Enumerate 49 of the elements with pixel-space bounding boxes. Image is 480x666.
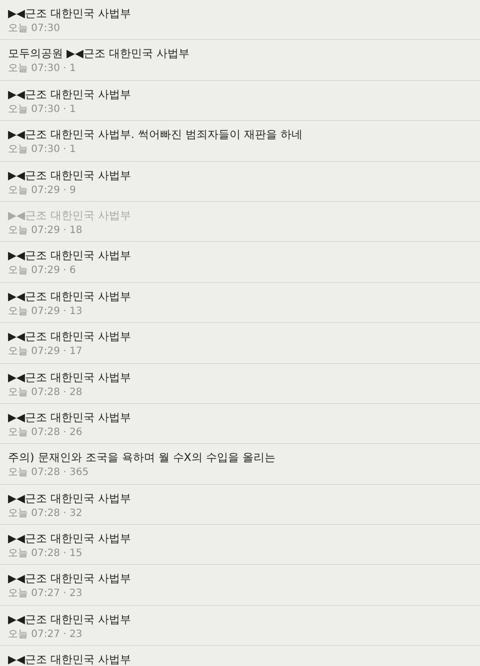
post-item[interactable]: ▶◀근조 대한민국 사법부 오늘 07:29 · 9 [0, 162, 480, 202]
post-meta: 오늘 07:29 · 13 [8, 304, 84, 319]
post-item[interactable]: ▶◀근조 대한민국 사법부 오늘 07:28 · 26 [0, 404, 480, 444]
post-item[interactable]: ▶◀근조 대한민국 사법부 오늘 07:28 · 15 [0, 525, 480, 566]
post-item[interactable]: ▶◀근조 대한민국 사법부 [0, 646, 480, 666]
post-title: ▶◀근조 대한민국 사법부 [8, 652, 132, 666]
post-title: ▶◀근조 대한민국 사법부 [8, 208, 132, 224]
post-title: ▶◀근조 대한민국 사법부 [8, 531, 132, 548]
post-meta: 오늘 07:28 · 15 [8, 547, 84, 562]
post-title: ▶◀근조 대한민국 사법부 [8, 288, 132, 305]
post-title: ▶◀근조 대한민국 사법부 [8, 410, 132, 426]
post-title: ▶◀근조 대한민국 사법부 [8, 571, 132, 588]
post-meta: 오늘 07:28 · 365 [8, 466, 90, 480]
post-item[interactable]: ▶◀근조 대한민국 사법부 오늘 07:27 · 23 [0, 565, 480, 606]
post-title: ▶◀근조 대한민국 사법부 [8, 329, 132, 346]
post-meta: 오늘 07:30 · 1 [8, 143, 77, 158]
post-item[interactable]: ▶◀근조 대한민국 사법부 오늘 07:29 · 13 [0, 282, 480, 324]
post-meta: 오늘 07:30 · 1 [8, 102, 77, 117]
post-item[interactable]: ▶◀근조 대한민국 사법부 오늘 07:28 · 28 [0, 364, 480, 404]
post-meta: 오늘 07:27 · 23 [8, 587, 84, 602]
post-meta: 오늘 07:30 · 1 [8, 62, 77, 76]
post-title: 주의) 문재인와 조국을 욕하며 월 수X의 수입을 올리는 [8, 450, 276, 466]
post-item[interactable]: 주의) 문재인와 조국을 욕하며 월 수X의 수입을 올리는 오늘 07:28 · 365 [0, 444, 480, 485]
post-title: ▶◀근조 대한민국 사법부. 썩어빠진 범죄자들이 재판을 하네 [8, 127, 304, 144]
post-item[interactable]: 모두의공원 ▶◀근조 대한민국 사법부 오늘 07:30 · 1 [0, 40, 480, 81]
post-title: ▶◀근조 대한민국 사법부 [8, 490, 132, 507]
post-meta: 오늘 07:29 · 17 [8, 345, 84, 360]
post-item[interactable]: ▶◀근조 대한민국 사법부 오늘 07:30 · 1 [0, 80, 480, 122]
post-meta: 오늘 07:29 · 18 [8, 224, 84, 238]
post-meta: 오늘 07:29 · 9 [8, 184, 77, 198]
post-meta: 오늘 07:30 [8, 22, 61, 36]
post-title: 모두의공원 ▶◀근조 대한민국 사법부 [8, 46, 190, 62]
post-meta: 오늘 07:28 · 28 [8, 386, 84, 400]
post-title: ▶◀근조 대한민국 사법부 [8, 370, 132, 386]
post-title: ▶◀근조 대한민국 사법부 [8, 86, 132, 103]
post-item[interactable]: ▶◀근조 대한민국 사법부 오늘 07:29 · 17 [0, 323, 480, 364]
post-item[interactable]: ▶◀근조 대한민국 사법부 오늘 07:29 · 6 [0, 242, 480, 283]
post-title: ▶◀근조 대한민국 사법부 [8, 612, 132, 628]
post-title: ▶◀근조 대한민국 사법부 [8, 168, 132, 184]
post-item[interactable]: ▶◀근조 대한민국 사법부. 썩어빠진 범죄자들이 재판을 하네 오늘 07:30 · 1 [0, 121, 480, 162]
post-item[interactable]: ▶◀근조 대한민국 사법부 오늘 07:30 [0, 0, 480, 40]
post-title: ▶◀근조 대한민국 사법부 [8, 248, 132, 264]
post-meta: 오늘 07:28 · 32 [8, 506, 84, 521]
post-meta: 오늘 07:27 · 23 [8, 628, 84, 642]
post-item[interactable]: ▶◀근조 대한민국 사법부 오늘 07:28 · 32 [0, 484, 480, 526]
post-meta: 오늘 07:28 · 26 [8, 426, 84, 440]
post-item[interactable]: ▶◀근조 대한민국 사법부 오늘 07:27 · 23 [0, 606, 480, 646]
post-title: ▶◀근조 대한민국 사법부 [8, 6, 132, 22]
post-meta: 오늘 07:29 · 6 [8, 264, 77, 278]
